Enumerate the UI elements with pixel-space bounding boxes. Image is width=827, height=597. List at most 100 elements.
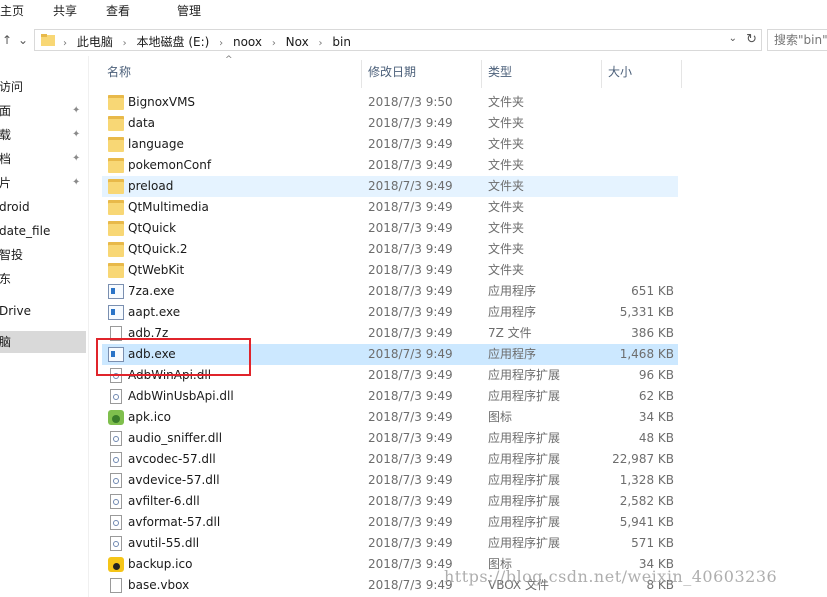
breadcrumb-item[interactable]: 本地磁盘 (E:) [137,33,210,50]
file-row[interactable]: avcodec-57.dll 2018/7/3 9:49 应用程序扩展 22,987 … [102,449,678,470]
folder-icon [108,137,124,152]
sidebar-item[interactable]: 载 ✦ [0,124,86,146]
tab-share[interactable]: 共享 [53,2,77,19]
file-date: 2018/7/3 9:49 [368,515,453,529]
search-box[interactable] [767,29,827,51]
ribbon-tabs: 主页 共享 查看 管理 [0,0,827,22]
file-name: BignoxVMS [128,95,196,109]
sidebar-item-label: 东 [0,272,12,286]
navigation-pane: 访问 面 ✦ 载 ✦ 档 ✦ 片 ✦ droid date_file 智投 东 … [0,56,88,597]
file-row[interactable]: QtQuick.2 2018/7/3 9:49 文件夹 [102,239,678,260]
file-type: 应用程序扩展 [488,368,561,382]
file-name: avfilter-6.dll [128,494,200,508]
sidebar-item[interactable]: 智投 [0,244,86,266]
sidebar-item-label: 访问 [0,80,24,94]
file-type: 文件夹 [488,263,525,277]
file-size: 571 KB [631,536,674,550]
sidebar-item[interactable]: 面 ✦ [0,100,86,122]
file-date: 2018/7/3 9:50 [368,95,453,109]
sidebar-item[interactable]: droid [0,196,86,218]
file-row[interactable]: apk.ico 2018/7/3 9:49 图标 34 KB [102,407,678,428]
file-row[interactable]: preload 2018/7/3 9:49 文件夹 [102,176,678,197]
file-size: 386 KB [631,326,674,340]
dll-icon [110,494,122,509]
watermark: https://blog.csdn.net/weixin_40603236 [444,567,778,586]
sidebar-item-this-pc[interactable]: 脑 [0,331,86,353]
file-name: pokemonConf [128,158,212,172]
file-type: 文件夹 [488,221,525,235]
file-row[interactable]: avdevice-57.dll 2018/7/3 9:49 应用程序扩展 1,328 … [102,470,678,491]
column-header-type[interactable]: 类型 [488,56,512,88]
address-dropdown-icon[interactable]: ⌄ [729,33,737,44]
file-date: 2018/7/3 9:49 [368,431,453,445]
column-header-name[interactable]: 名称 [107,56,131,88]
file-row[interactable]: BignoxVMS 2018/7/3 9:50 文件夹 [102,92,678,113]
file-date: 2018/7/3 9:49 [368,284,453,298]
file-row[interactable]: avutil-55.dll 2018/7/3 9:49 应用程序扩展 571 KB [102,533,678,554]
search-input[interactable] [768,30,827,50]
file-row[interactable]: avformat-57.dll 2018/7/3 9:49 应用程序扩展 5,941 … [102,512,678,533]
file-row[interactable]: data 2018/7/3 9:49 文件夹 [102,113,678,134]
file-row[interactable]: aapt.exe 2018/7/3 9:49 应用程序 5,331 KB [102,302,678,323]
file-row[interactable]: QtQuick 2018/7/3 9:49 文件夹 [102,218,678,239]
chevron-down-icon[interactable]: ⌄ [16,32,30,48]
dll-icon [110,536,122,551]
file-date: 2018/7/3 9:49 [368,368,453,382]
breadcrumb-item[interactable]: Nox [286,35,309,49]
sidebar-item[interactable]: 档 ✦ [0,148,86,170]
file-row[interactable]: 7za.exe 2018/7/3 9:49 应用程序 651 KB [102,281,678,302]
file-row[interactable]: QtWebKit 2018/7/3 9:49 文件夹 [102,260,678,281]
file-date: 2018/7/3 9:49 [368,137,453,151]
sidebar-item[interactable]: Drive [0,300,86,322]
file-type: 文件夹 [488,116,525,130]
file-name: avformat-57.dll [128,515,221,529]
file-name: preload [128,179,174,193]
address-bar[interactable]: › 此电脑 › 本地磁盘 (E:) › noox › Nox › bin ⌄ ↻ [34,29,762,51]
pin-icon: ✦ [72,153,81,164]
file-name: language [128,137,184,151]
column-header-size[interactable]: 大小 [608,56,632,88]
column-separator[interactable] [601,60,602,88]
up-arrow-icon[interactable]: ↑ [0,32,14,48]
file-row[interactable]: language 2018/7/3 9:49 文件夹 [102,134,678,155]
file-type: 应用程序扩展 [488,452,561,466]
tab-manage[interactable]: 管理 [177,2,201,19]
file-date: 2018/7/3 9:49 [368,305,453,319]
file-size: 651 KB [631,284,674,298]
sidebar-item[interactable]: 访问 [0,76,86,98]
column-separator[interactable] [681,60,682,88]
file-date: 2018/7/3 9:49 [368,347,453,361]
file-row[interactable]: avfilter-6.dll 2018/7/3 9:49 应用程序扩展 2,582 K… [102,491,678,512]
tab-home[interactable]: 主页 [0,2,24,19]
file-name: avcodec-57.dll [128,452,216,466]
sidebar-item[interactable]: 片 ✦ [0,172,86,194]
annotation-highlight-box [96,338,251,376]
file-row[interactable]: QtMultimedia 2018/7/3 9:49 文件夹 [102,197,678,218]
file-name: QtMultimedia [128,200,209,214]
column-separator[interactable] [361,60,362,88]
breadcrumb-item[interactable]: bin [332,35,351,49]
breadcrumb-item[interactable]: 此电脑 [77,33,113,50]
file-name: aapt.exe [128,305,181,319]
file-date: 2018/7/3 9:49 [368,221,453,235]
column-header-date[interactable]: 修改日期 [368,56,416,88]
file-date: 2018/7/3 9:49 [368,158,453,172]
tab-view[interactable]: 查看 [106,2,130,19]
column-separator[interactable] [481,60,482,88]
file-date: 2018/7/3 9:49 [368,578,453,592]
folder-icon [108,263,124,278]
address-row: ↑ ⌄ › 此电脑 › 本地磁盘 (E:) › noox › Nox › bin… [0,26,827,56]
chevron-right-icon: › [318,38,323,49]
file-row[interactable]: AdbWinUsbApi.dll 2018/7/3 9:49 应用程序扩展 62 KB [102,386,678,407]
file-size: 5,331 KB [619,305,674,319]
file-row[interactable]: pokemonConf 2018/7/3 9:49 文件夹 [102,155,678,176]
file-type: 应用程序扩展 [488,494,561,508]
file-name: QtQuick.2 [128,242,188,256]
sidebar-item[interactable]: 东 [0,268,86,290]
file-row[interactable]: audio_sniffer.dll 2018/7/3 9:49 应用程序扩展 48 K… [102,428,678,449]
file-name: QtQuick [128,221,177,235]
sidebar-item[interactable]: date_file [0,220,86,242]
refresh-icon[interactable]: ↻ [746,32,757,47]
breadcrumb-item[interactable]: noox [233,35,262,49]
file-size: 1,328 KB [619,473,674,487]
